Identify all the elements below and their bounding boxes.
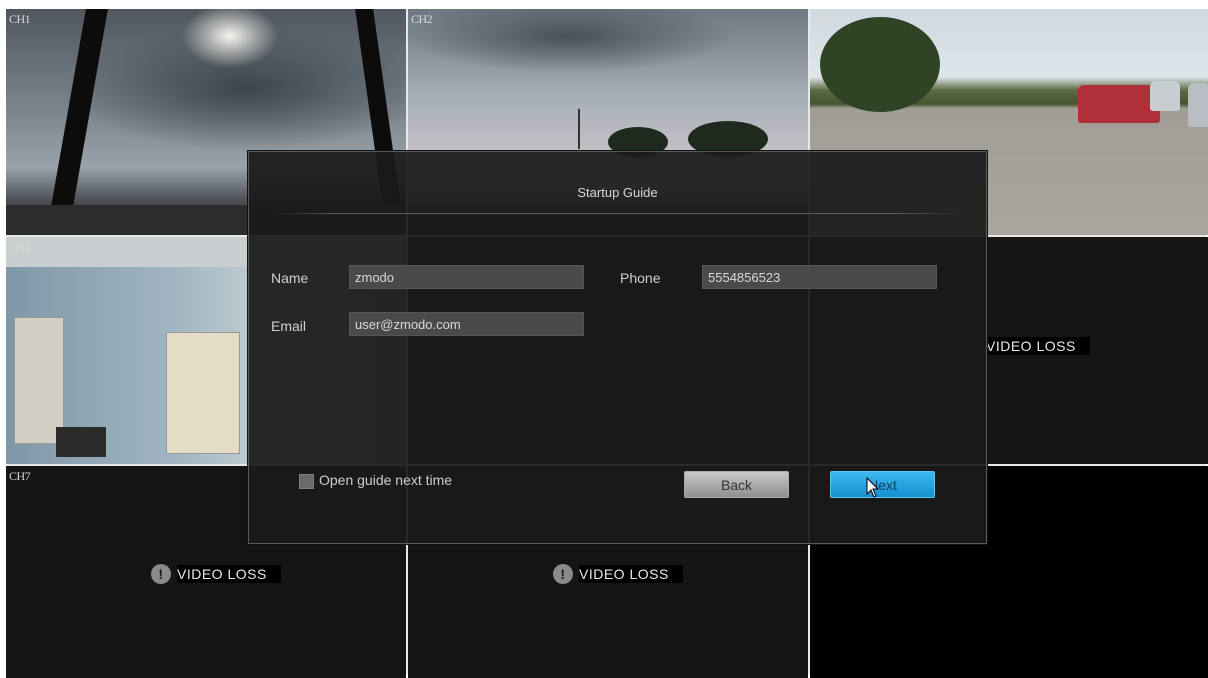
car (1150, 81, 1180, 111)
channel-label: CH1 (9, 12, 31, 26)
car (1078, 85, 1160, 123)
channel-label: CH3 (813, 12, 835, 26)
back-button[interactable]: Back (684, 471, 789, 498)
next-button[interactable]: Next (830, 471, 935, 498)
phone-field[interactable]: 5554856523 (702, 265, 937, 289)
open-guide-checkbox[interactable] (299, 474, 314, 489)
video-loss-indicator: VIDEO LOSS (986, 337, 1090, 355)
video-loss-text: VIDEO LOSS (986, 337, 1090, 355)
light-pole (578, 109, 580, 149)
chair (56, 427, 106, 457)
channel-label: CH2 (411, 12, 433, 26)
video-loss-text: VIDEO LOSS (579, 565, 683, 583)
name-label: Name (271, 270, 309, 286)
email-label: Email (271, 318, 307, 334)
car (1188, 83, 1208, 127)
open-guide-label[interactable]: Open guide next time (319, 472, 452, 488)
name-field[interactable]: zmodo (349, 265, 584, 289)
window-frame (46, 9, 108, 235)
tree (820, 17, 940, 112)
title-divider (271, 213, 964, 214)
video-loss-indicator: ! VIDEO LOSS (151, 564, 281, 584)
channel-label: CH4 (9, 240, 31, 254)
door (166, 332, 240, 454)
channel-label: CH7 (9, 469, 31, 483)
warning-icon: ! (151, 564, 171, 584)
door (14, 317, 64, 444)
email-field[interactable]: user@zmodo.com (349, 312, 584, 336)
video-loss-indicator: ! VIDEO LOSS (553, 564, 683, 584)
phone-label: Phone (620, 270, 661, 286)
dialog-title: Startup Guide (577, 185, 658, 200)
warning-icon: ! (553, 564, 573, 584)
mouse-pointer-icon (866, 477, 880, 498)
video-loss-text: VIDEO LOSS (177, 565, 281, 583)
